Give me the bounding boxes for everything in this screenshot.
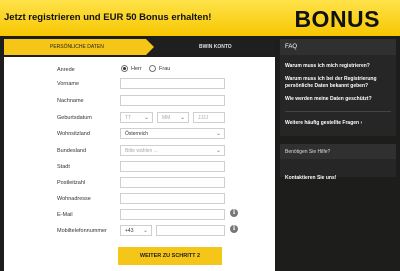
- city-input[interactable]: [120, 161, 225, 172]
- info-icon[interactable]: i: [230, 209, 238, 217]
- banner-bonus-text: BONUS: [294, 6, 380, 32]
- faq-panel: Warum muss ich mich registrieren? Warum …: [280, 55, 396, 136]
- sidebar: FAQ Warum muss ich mich registrieren? Wa…: [280, 39, 396, 181]
- promo-banner: Jetzt registrieren und EUR 50 Bonus erha…: [0, 0, 400, 36]
- address-input[interactable]: [120, 193, 225, 204]
- zip-input[interactable]: [120, 177, 225, 188]
- vorname-label: Vorname: [57, 81, 80, 87]
- wohnadresse-label: Wohnadresse: [57, 196, 91, 202]
- nachname-row: Nachname: [4, 94, 275, 110]
- state-select[interactable]: Bitte wählen ... ⌄: [120, 145, 225, 156]
- registration-form: Anrede Herr Frau Vorname Nachname Geburt…: [4, 57, 275, 271]
- phone-number-input[interactable]: [156, 225, 225, 236]
- postleitzahl-row: Postleitzahl: [4, 176, 275, 192]
- geburtsdatum-row: Geburtsdatum TT ⌄ MM ⌄ JJJJ: [4, 111, 275, 127]
- nachname-input[interactable]: [120, 95, 225, 106]
- birth-day-placeholder: TT: [125, 115, 132, 121]
- divider: [285, 111, 391, 112]
- chevron-down-icon: ⌄: [215, 148, 221, 154]
- chevron-down-icon: ⌄: [215, 131, 221, 137]
- anrede-label: Anrede: [57, 67, 75, 73]
- mobil-row: Mobiltelefonnummer +43 ⌄ i: [4, 224, 275, 240]
- faq-question-link[interactable]: Warum muss ich bei der Registrierung per…: [285, 76, 391, 90]
- wohnsitzland-row: Wohnsitzland Österreich ⌄: [4, 127, 275, 143]
- wohnsitzland-label: Wohnsitzland: [57, 131, 90, 137]
- stadt-label: Stadt: [57, 164, 70, 170]
- faq-question-link[interactable]: Warum muss ich mich registrieren?: [285, 63, 391, 70]
- birth-month-select[interactable]: MM ⌄: [157, 112, 189, 123]
- email-input[interactable]: [120, 209, 225, 220]
- chevron-down-icon: ⌄: [179, 115, 185, 121]
- birth-year-placeholder: JJJJ: [198, 115, 208, 121]
- more-faq-label: Weitere häufig gestellte Fragen: [285, 120, 360, 126]
- help-panel: Kontaktieren Sie uns!: [280, 159, 396, 181]
- faq-question-link[interactable]: Wie werden meine Daten geschützt?: [285, 96, 391, 103]
- contact-link[interactable]: Kontaktieren Sie uns!: [285, 175, 336, 181]
- stadt-row: Stadt: [4, 160, 275, 176]
- herr-radio-label[interactable]: Herr: [131, 66, 142, 72]
- email-row: E-Mail i: [4, 208, 275, 224]
- nachname-label: Nachname: [57, 98, 84, 104]
- wohnadresse-row: Wohnadresse: [4, 192, 275, 208]
- state-placeholder: Bitte wählen ...: [125, 148, 158, 154]
- birth-month-placeholder: MM: [162, 115, 171, 121]
- vorname-input[interactable]: [120, 78, 225, 89]
- chevron-down-icon: ⌄: [142, 228, 148, 234]
- frau-radio-label[interactable]: Frau: [159, 66, 170, 72]
- step-1-label: Persönliche Daten: [50, 44, 104, 50]
- postleitzahl-label: Postleitzahl: [57, 180, 86, 186]
- birth-day-select[interactable]: TT ⌄: [120, 112, 153, 123]
- info-icon[interactable]: i: [230, 225, 238, 233]
- help-title: Benötigen Sie Hilfe?: [280, 144, 396, 159]
- mobil-label: Mobiltelefonnummer: [57, 228, 107, 234]
- phone-prefix-select[interactable]: +43 ⌄: [120, 225, 152, 236]
- geburtsdatum-label: Geburtsdatum: [57, 115, 92, 121]
- birth-year-input[interactable]: JJJJ: [193, 112, 225, 123]
- faq-title: FAQ: [280, 39, 396, 55]
- step-2-label: BWIN KONTO: [199, 44, 232, 50]
- vorname-row: Vorname: [4, 77, 275, 93]
- bundesland-label: Bundesland: [57, 148, 87, 154]
- frau-radio[interactable]: [149, 65, 156, 72]
- registration-steps: Persönliche Daten BWIN KONTO: [4, 39, 275, 55]
- chevron-down-icon: ⌄: [143, 115, 149, 121]
- email-label: E-Mail: [57, 212, 73, 218]
- banner-headline: Jetzt registrieren und EUR 50 Bonus erha…: [4, 12, 212, 23]
- bundesland-row: Bundesland Bitte wählen ... ⌄: [4, 144, 275, 160]
- herr-radio[interactable]: [121, 65, 128, 72]
- next-step-button[interactable]: Weiter zu Schritt 2: [118, 247, 222, 265]
- country-value: Österreich: [125, 131, 149, 137]
- phone-prefix-value: +43: [125, 228, 134, 234]
- chevron-right-icon: ›: [360, 120, 363, 126]
- country-select[interactable]: Österreich ⌄: [120, 128, 225, 139]
